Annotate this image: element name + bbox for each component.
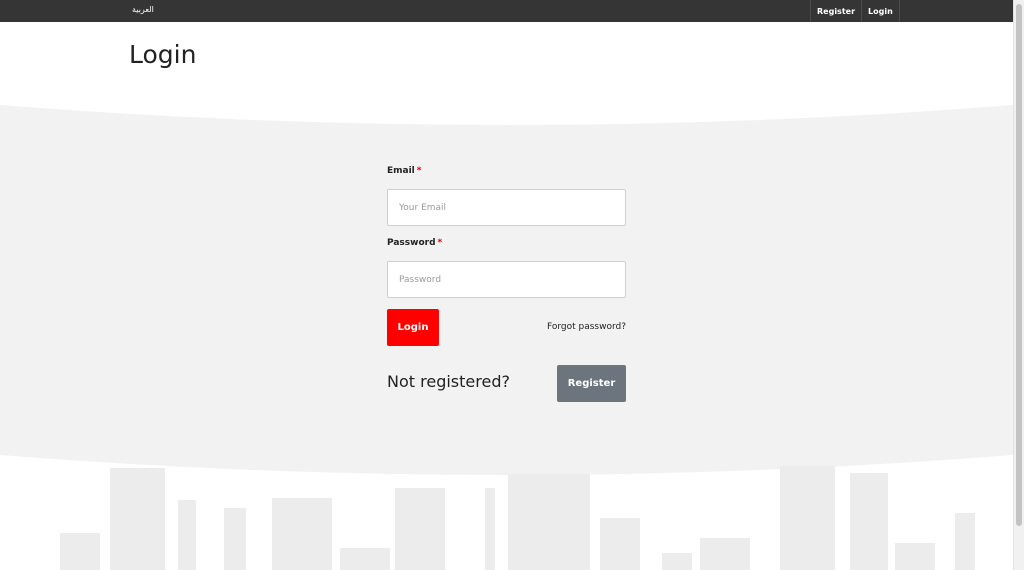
city-skyline-illustration: [60, 466, 975, 570]
email-label: Email *: [387, 166, 422, 176]
forgot-password-link[interactable]: Forgot password?: [547, 322, 626, 332]
password-label-text: Password: [387, 238, 436, 248]
password-label: Password *: [387, 238, 442, 248]
page-title: Login: [129, 40, 197, 69]
password-group: Password *: [387, 238, 626, 298]
email-input[interactable]: [387, 189, 626, 226]
top-nav-links: Register Login: [810, 0, 900, 22]
vertical-scrollbar[interactable]: [1013, 0, 1024, 570]
password-required-mark: *: [437, 238, 443, 248]
top-login-link[interactable]: Login: [861, 0, 900, 22]
password-input[interactable]: [387, 261, 626, 298]
email-label-text: Email: [387, 166, 415, 176]
email-group: Email *: [387, 166, 626, 226]
scrollbar-thumb[interactable]: [1016, 4, 1022, 526]
top-register-link[interactable]: Register: [810, 0, 861, 22]
register-button[interactable]: Register: [557, 365, 626, 402]
login-button[interactable]: Login: [387, 309, 439, 346]
not-registered-text: Not registered?: [387, 372, 510, 391]
email-required-mark: *: [416, 166, 422, 176]
language-switch-link[interactable]: العربية: [132, 5, 154, 14]
top-navbar: العربية Register Login: [0, 0, 1013, 22]
